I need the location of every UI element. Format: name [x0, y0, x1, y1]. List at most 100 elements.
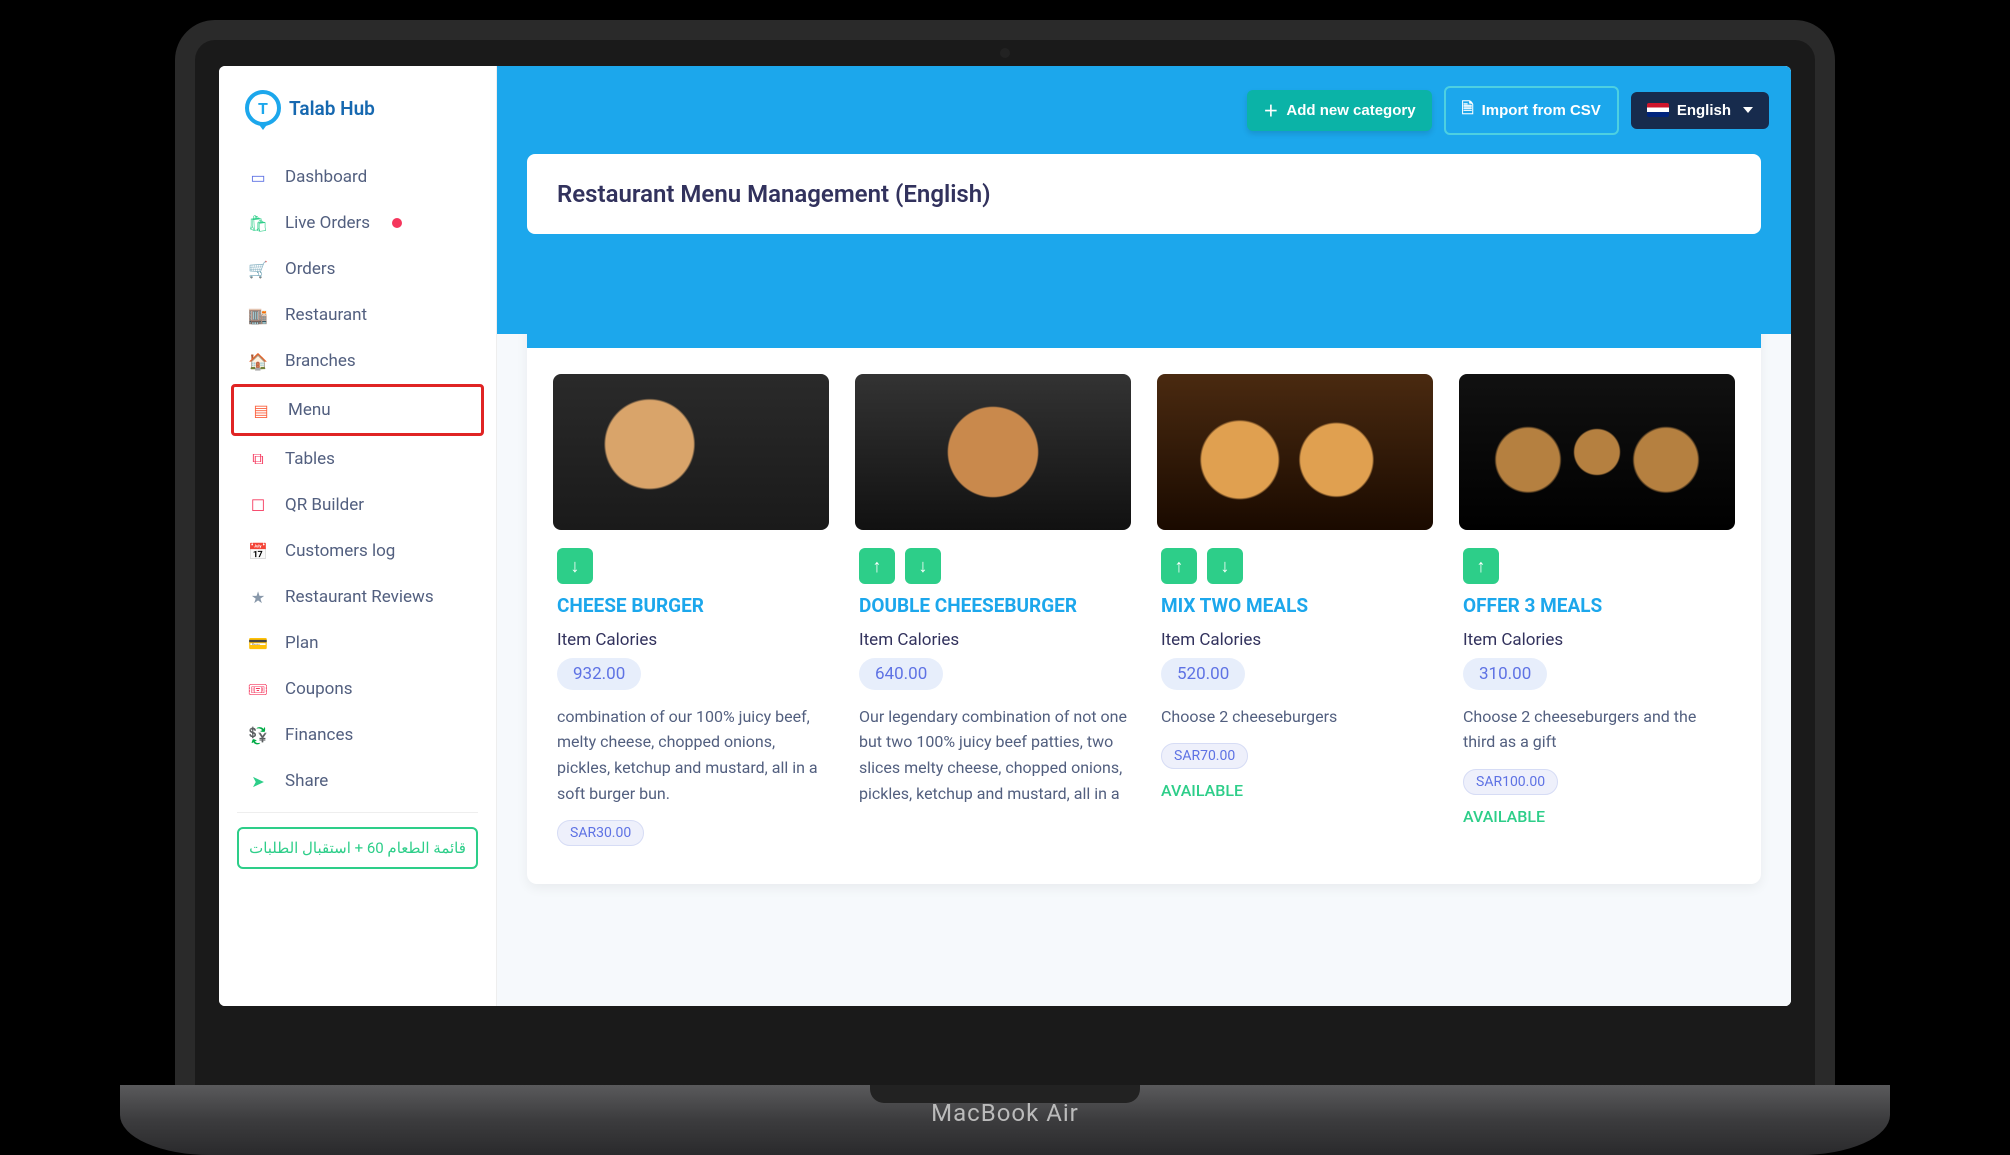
- calories-value: 640.00: [859, 658, 943, 690]
- dashboard-icon: ▭: [249, 168, 267, 187]
- sidebar-item-label: Tables: [285, 449, 335, 469]
- calories-value: 520.00: [1161, 658, 1245, 690]
- laptop-base: MacBook Air: [120, 1085, 1890, 1155]
- file-icon: 🗎: [1462, 98, 1474, 123]
- menu-item-title[interactable]: MIX TWO MEALS: [1161, 594, 1429, 618]
- sidebar-item-label: Plan: [285, 633, 319, 653]
- calories-value: 932.00: [557, 658, 641, 690]
- page-title: Restaurant Menu Management (English): [527, 154, 1761, 234]
- price-badge: SAR30.00: [557, 820, 644, 846]
- sidebar-item-restaurant[interactable]: 🏬 Restaurant: [231, 292, 484, 338]
- availability-status: AVAILABLE: [1463, 807, 1731, 826]
- reorder-controls: ↓: [557, 548, 825, 584]
- finances-icon: 💱: [249, 726, 267, 745]
- chevron-down-icon: [1743, 107, 1753, 113]
- main: ＋ Add new category 🗎 Import from CSV Eng…: [497, 66, 1791, 1006]
- sidebar-item-coupons[interactable]: 🎟 Coupons: [231, 666, 484, 712]
- language-selector[interactable]: English: [1631, 92, 1769, 129]
- live-orders-icon: 🛍: [249, 214, 267, 233]
- sidebar-item-orders[interactable]: 🛒 Orders: [231, 246, 484, 292]
- topbar: ＋ Add new category 🗎 Import from CSV Eng…: [497, 66, 1791, 154]
- restaurant-reviews-icon: ★: [249, 588, 267, 607]
- menu-item-image: [1157, 374, 1433, 530]
- menu-item-card: ↑OFFER 3 MEALSItem Calories310.00Choose …: [1459, 374, 1735, 858]
- sidebar-item-label: Restaurant: [285, 305, 367, 325]
- sidebar-item-label: Branches: [285, 351, 356, 371]
- language-label: English: [1677, 102, 1731, 119]
- reorder-controls: ↑↓: [859, 548, 1127, 584]
- sidebar-item-qr-builder[interactable]: ☐ QR Builder: [231, 482, 484, 528]
- menu-item-title[interactable]: DOUBLE CHEESEBURGER: [859, 594, 1127, 618]
- sidebar-item-label: Menu: [288, 400, 331, 420]
- menu-item-card: ↑ ↓ MIX TWO MEALS Item Calories 520.00 Choose…: [1157, 374, 1433, 858]
- sidebar-bottom: قائمة الطعام 60 + استقبال الطلبات: [237, 812, 478, 869]
- move-down-button[interactable]: ↓: [557, 548, 593, 584]
- sidebar-item-customers-log[interactable]: 📅Customers log: [231, 528, 484, 574]
- sidebar-item-menu[interactable]: ▤ Menu: [231, 384, 484, 436]
- sidebar-item-label: QR Builder: [285, 495, 364, 515]
- restaurant-icon: 🏬: [249, 306, 267, 325]
- uk-flag-icon: [1647, 103, 1669, 117]
- orders-icon: 🛒: [249, 260, 267, 279]
- sidebar-item-dashboard[interactable]: ▭ Dashboard: [231, 154, 484, 200]
- laptop-notch: [870, 1085, 1140, 1103]
- plan-icon: 💳: [249, 634, 267, 653]
- hero-banner: Restaurant Menu Management (English): [497, 154, 1791, 334]
- move-up-button[interactable]: ↑: [1463, 548, 1499, 584]
- sidebar-item-label: Live Orders: [285, 213, 370, 233]
- arabic-plan-button[interactable]: قائمة الطعام 60 + استقبال الطلبات: [237, 827, 478, 869]
- qr-builder-icon: ☐: [249, 496, 267, 515]
- sidebar-item-finances[interactable]: 💱 Finances: [231, 712, 484, 758]
- menu-item-description: Choose 2 cheeseburgers and the third as …: [1463, 704, 1731, 755]
- sidebar-item-live-orders[interactable]: 🛍 Live Orders: [231, 200, 484, 246]
- camera-dot: [1000, 48, 1010, 58]
- content: Beef ＋ ✎ 🗑 ↓ ↓CHEESE BURGERItem Calories…: [497, 272, 1791, 1006]
- sidebar-item-branches[interactable]: 🏠Branches: [231, 338, 484, 384]
- calories-label: Item Calories: [859, 630, 1127, 650]
- sidebar-item-label: Coupons: [285, 679, 353, 699]
- menu-item-title[interactable]: OFFER 3 MEALS: [1463, 594, 1731, 618]
- sidebar-item-restaurant-reviews[interactable]: ★ Restaurant Reviews: [231, 574, 484, 620]
- menu-item-body: ↑↓DOUBLE CHEESEBURGERItem Calories640.00…: [855, 530, 1131, 820]
- app-screen: T Talab Hub ▭ Dashboard 🛍 Live Orders 🛒 Order…: [219, 66, 1791, 1006]
- add-category-button[interactable]: ＋ Add new category: [1247, 90, 1431, 131]
- logo-text: Talab Hub: [289, 97, 375, 120]
- menu-item-title[interactable]: CHEESE BURGER: [557, 594, 825, 618]
- sidebar-item-label: Finances: [285, 725, 353, 745]
- reorder-controls: ↑: [1463, 548, 1731, 584]
- move-up-button[interactable]: ↑: [1161, 548, 1197, 584]
- availability-status: AVAILABLE: [1161, 781, 1429, 800]
- calories-label: Item Calories: [1161, 630, 1429, 650]
- notification-dot-icon: [392, 218, 402, 228]
- sidebar-item-share[interactable]: ➤ Share: [231, 758, 484, 804]
- menu-item-body: ↑OFFER 3 MEALSItem Calories310.00Choose …: [1459, 530, 1735, 826]
- logo-mark-icon: T: [245, 90, 281, 126]
- logo[interactable]: T Talab Hub: [219, 76, 496, 154]
- tables-icon: ⧉: [249, 449, 267, 469]
- sidebar-item-label: Orders: [285, 259, 335, 279]
- sidebar-nav: ▭ Dashboard 🛍 Live Orders 🛒 Orders 🏬 Restaurant…: [219, 154, 496, 804]
- category-card: Beef ＋ ✎ 🗑 ↓ ↓CHEESE BURGERItem Calories…: [527, 272, 1761, 884]
- calories-label: Item Calories: [1463, 630, 1731, 650]
- share-icon: ➤: [249, 772, 267, 791]
- price-badge: SAR70.00: [1161, 743, 1248, 769]
- sidebar-item-tables[interactable]: ⧉ Tables: [231, 436, 484, 482]
- sidebar-item-label: Customers log: [285, 541, 395, 561]
- import-csv-label: Import from CSV: [1482, 102, 1601, 119]
- sidebar-item-label: Restaurant Reviews: [285, 587, 434, 607]
- coupons-icon: 🎟: [249, 680, 267, 699]
- plus-icon: ＋: [1263, 100, 1278, 121]
- sidebar-item-label: Dashboard: [285, 167, 367, 187]
- add-category-label: Add new category: [1286, 102, 1415, 119]
- menu-item-description: Choose 2 cheeseburgers: [1161, 704, 1429, 730]
- menu-icon: ▤: [252, 401, 270, 420]
- move-down-button[interactable]: ↓: [1207, 548, 1243, 584]
- sidebar-item-plan[interactable]: 💳 Plan: [231, 620, 484, 666]
- import-csv-button[interactable]: 🗎 Import from CSV: [1444, 86, 1619, 135]
- move-down-button[interactable]: ↓: [905, 548, 941, 584]
- menu-item-card: ↑↓DOUBLE CHEESEBURGERItem Calories640.00…: [855, 374, 1131, 858]
- menu-item-description: Our legendary combination of not one but…: [859, 704, 1127, 806]
- menu-item-body: ↓CHEESE BURGERItem Calories932.00combina…: [553, 530, 829, 858]
- sidebar-item-label: Share: [285, 771, 328, 791]
- move-up-button[interactable]: ↑: [859, 548, 895, 584]
